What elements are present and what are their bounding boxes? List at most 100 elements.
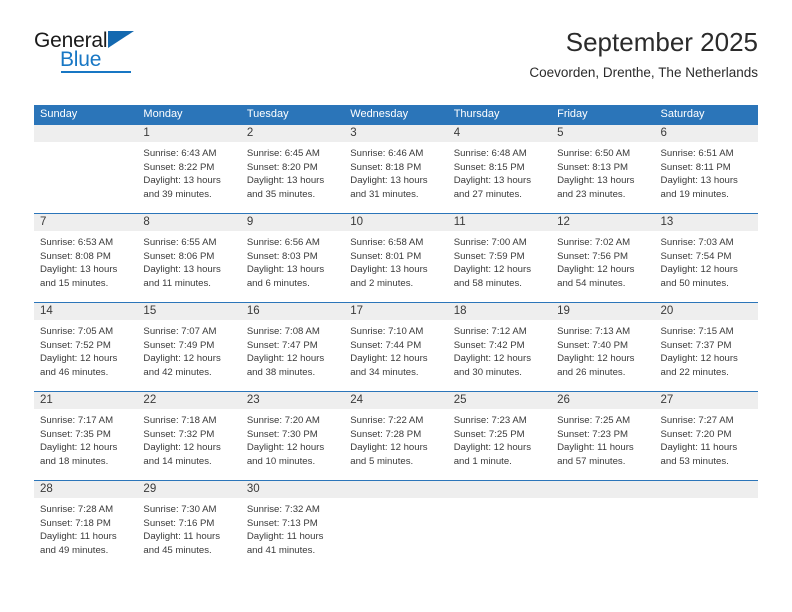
- day-cell[interactable]: [447, 481, 552, 569]
- sunset-text: Sunset: 7:37 PM: [660, 339, 732, 351]
- day-cell[interactable]: [34, 125, 138, 213]
- day-details: Sunrise: 7:20 AM Sunset: 7:30 PM Dayligh…: [241, 409, 344, 468]
- sunset-text: Sunset: 7:13 PM: [246, 517, 318, 529]
- sunrise-text: Sunrise: 7:20 AM: [246, 415, 320, 426]
- day-cell[interactable]: 1 Sunrise: 6:43 AM Sunset: 8:22 PM Dayli…: [137, 125, 241, 213]
- day-header-sunday: Sunday: [40, 108, 78, 120]
- day-number: [551, 481, 655, 498]
- day-cell[interactable]: [551, 481, 655, 569]
- daylight-text-line2: and 38 minutes.: [246, 366, 316, 378]
- day-cell[interactable]: 21 Sunrise: 7:17 AM Sunset: 7:35 PM Dayl…: [34, 392, 138, 480]
- day-cell[interactable]: 6 Sunrise: 6:51 AM Sunset: 8:11 PM Dayli…: [654, 125, 758, 213]
- day-cell[interactable]: 25 Sunrise: 7:23 AM Sunset: 7:25 PM Dayl…: [447, 392, 552, 480]
- day-cell[interactable]: 8 Sunrise: 6:55 AM Sunset: 8:06 PM Dayli…: [137, 214, 241, 302]
- sunset-text: Sunset: 8:11 PM: [660, 161, 731, 173]
- daylight-text-line1: Daylight: 11 hours: [40, 531, 117, 543]
- day-details: [551, 498, 654, 503]
- day-cell[interactable]: 18 Sunrise: 7:12 AM Sunset: 7:42 PM Dayl…: [447, 303, 552, 391]
- sunrise-text: Sunrise: 6:45 AM: [246, 148, 320, 159]
- daylight-text-line2: and 15 minutes.: [40, 277, 109, 289]
- day-cell[interactable]: 5 Sunrise: 6:50 AM Sunset: 8:13 PM Dayli…: [551, 125, 655, 213]
- daylight-text-line1: Daylight: 12 hours: [143, 353, 221, 365]
- day-details: [448, 498, 551, 503]
- day-details: Sunrise: 7:18 AM Sunset: 7:32 PM Dayligh…: [137, 409, 240, 468]
- day-cell[interactable]: 22 Sunrise: 7:18 AM Sunset: 7:32 PM Dayl…: [137, 392, 241, 480]
- sunrise-text: Sunrise: 7:25 AM: [557, 415, 631, 426]
- day-details: Sunrise: 7:02 AM Sunset: 7:56 PM Dayligh…: [551, 231, 654, 290]
- day-cell[interactable]: [344, 481, 448, 569]
- sunrise-text: Sunrise: 7:12 AM: [453, 326, 527, 337]
- day-cell[interactable]: 24 Sunrise: 7:22 AM Sunset: 7:28 PM Dayl…: [344, 392, 448, 480]
- day-cell[interactable]: 30 Sunrise: 7:32 AM Sunset: 7:13 PM Dayl…: [240, 481, 345, 569]
- day-number: 9: [240, 214, 345, 231]
- sunset-text: Sunset: 7:42 PM: [453, 339, 525, 351]
- daylight-text-line1: Daylight: 12 hours: [246, 442, 325, 454]
- day-cell[interactable]: 12 Sunrise: 7:02 AM Sunset: 7:56 PM Dayl…: [551, 214, 655, 302]
- day-cell[interactable]: 13 Sunrise: 7:03 AM Sunset: 7:54 PM Dayl…: [654, 214, 758, 302]
- daylight-text-line2: and 10 minutes.: [246, 455, 316, 467]
- day-number: 11: [447, 214, 552, 231]
- day-details: Sunrise: 7:27 AM Sunset: 7:20 PM Dayligh…: [655, 409, 758, 468]
- daylight-text-line1: Daylight: 12 hours: [660, 353, 738, 365]
- day-cell[interactable]: 27 Sunrise: 7:27 AM Sunset: 7:20 PM Dayl…: [654, 392, 758, 480]
- sunrise-text: Sunrise: 6:56 AM: [246, 237, 320, 248]
- daylight-text-line2: and 2 minutes.: [350, 277, 414, 289]
- daylight-text-line1: Daylight: 13 hours: [660, 175, 738, 187]
- daylight-text-line2: and 22 minutes.: [660, 366, 729, 378]
- day-cell[interactable]: 14 Sunrise: 7:05 AM Sunset: 7:52 PM Dayl…: [34, 303, 138, 391]
- day-number: 23: [240, 392, 345, 409]
- day-number: 3: [344, 125, 448, 142]
- day-number: 8: [137, 214, 241, 231]
- day-details: [344, 498, 447, 503]
- day-cell[interactable]: 10 Sunrise: 6:58 AM Sunset: 8:01 PM Dayl…: [344, 214, 448, 302]
- day-number: 20: [654, 303, 758, 320]
- general-blue-logo[interactable]: General Blue: [34, 30, 164, 78]
- daylight-text-line1: Daylight: 12 hours: [453, 442, 532, 454]
- sunrise-text: Sunrise: 7:28 AM: [40, 504, 114, 515]
- daylight-text-line1: Daylight: 12 hours: [246, 353, 325, 365]
- day-header-wednesday: Wednesday: [350, 108, 409, 120]
- day-details: Sunrise: 7:22 AM Sunset: 7:28 PM Dayligh…: [344, 409, 447, 468]
- daylight-text-line2: and 30 minutes.: [453, 366, 522, 378]
- week-row: 7 Sunrise: 6:53 AM Sunset: 8:08 PM Dayli…: [34, 213, 758, 302]
- day-cell[interactable]: 23 Sunrise: 7:20 AM Sunset: 7:30 PM Dayl…: [240, 392, 345, 480]
- day-cell[interactable]: 17 Sunrise: 7:10 AM Sunset: 7:44 PM Dayl…: [344, 303, 448, 391]
- day-cell[interactable]: 7 Sunrise: 6:53 AM Sunset: 8:08 PM Dayli…: [34, 214, 138, 302]
- day-cell[interactable]: 29 Sunrise: 7:30 AM Sunset: 7:16 PM Dayl…: [137, 481, 241, 569]
- sunset-text: Sunset: 7:35 PM: [40, 428, 111, 440]
- sunrise-text: Sunrise: 7:10 AM: [350, 326, 424, 337]
- sunrise-text: Sunrise: 7:03 AM: [660, 237, 734, 248]
- sunrise-text: Sunrise: 7:17 AM: [40, 415, 114, 426]
- day-cell[interactable]: 16 Sunrise: 7:08 AM Sunset: 7:47 PM Dayl…: [240, 303, 345, 391]
- day-cell[interactable]: 26 Sunrise: 7:25 AM Sunset: 7:23 PM Dayl…: [551, 392, 655, 480]
- sunset-text: Sunset: 7:32 PM: [143, 428, 215, 440]
- day-cell[interactable]: 20 Sunrise: 7:15 AM Sunset: 7:37 PM Dayl…: [654, 303, 758, 391]
- day-number: 19: [551, 303, 655, 320]
- day-cell[interactable]: 28 Sunrise: 7:28 AM Sunset: 7:18 PM Dayl…: [34, 481, 138, 569]
- daylight-text-line2: and 57 minutes.: [557, 455, 626, 467]
- day-details: Sunrise: 7:28 AM Sunset: 7:18 PM Dayligh…: [34, 498, 137, 557]
- day-cell[interactable]: 2 Sunrise: 6:45 AM Sunset: 8:20 PM Dayli…: [240, 125, 345, 213]
- daylight-text-line1: Daylight: 12 hours: [40, 353, 118, 365]
- sunset-text: Sunset: 8:06 PM: [143, 250, 215, 262]
- day-details: Sunrise: 7:00 AM Sunset: 7:59 PM Dayligh…: [448, 231, 551, 290]
- day-number: [344, 481, 448, 498]
- logo-underline: [61, 71, 131, 73]
- day-details: Sunrise: 7:08 AM Sunset: 7:47 PM Dayligh…: [241, 320, 344, 379]
- day-details: [34, 142, 137, 147]
- day-cell[interactable]: 11 Sunrise: 7:00 AM Sunset: 7:59 PM Dayl…: [447, 214, 552, 302]
- day-cell[interactable]: 19 Sunrise: 7:13 AM Sunset: 7:40 PM Dayl…: [551, 303, 655, 391]
- day-cell[interactable]: 15 Sunrise: 7:07 AM Sunset: 7:49 PM Dayl…: [137, 303, 241, 391]
- day-number: 5: [551, 125, 655, 142]
- daylight-text-line1: Daylight: 12 hours: [453, 353, 532, 365]
- day-cell[interactable]: 9 Sunrise: 6:56 AM Sunset: 8:03 PM Dayli…: [240, 214, 345, 302]
- sunset-text: Sunset: 7:44 PM: [350, 339, 422, 351]
- daylight-text-line1: Daylight: 13 hours: [143, 175, 221, 187]
- day-cell[interactable]: [654, 481, 758, 569]
- day-cell[interactable]: 3 Sunrise: 6:46 AM Sunset: 8:18 PM Dayli…: [344, 125, 448, 213]
- daylight-text-line1: Daylight: 13 hours: [557, 175, 635, 187]
- week-row: 28 Sunrise: 7:28 AM Sunset: 7:18 PM Dayl…: [34, 480, 758, 569]
- day-cell[interactable]: 4 Sunrise: 6:48 AM Sunset: 8:15 PM Dayli…: [447, 125, 552, 213]
- day-number: 6: [654, 125, 758, 142]
- day-details: Sunrise: 7:25 AM Sunset: 7:23 PM Dayligh…: [551, 409, 654, 468]
